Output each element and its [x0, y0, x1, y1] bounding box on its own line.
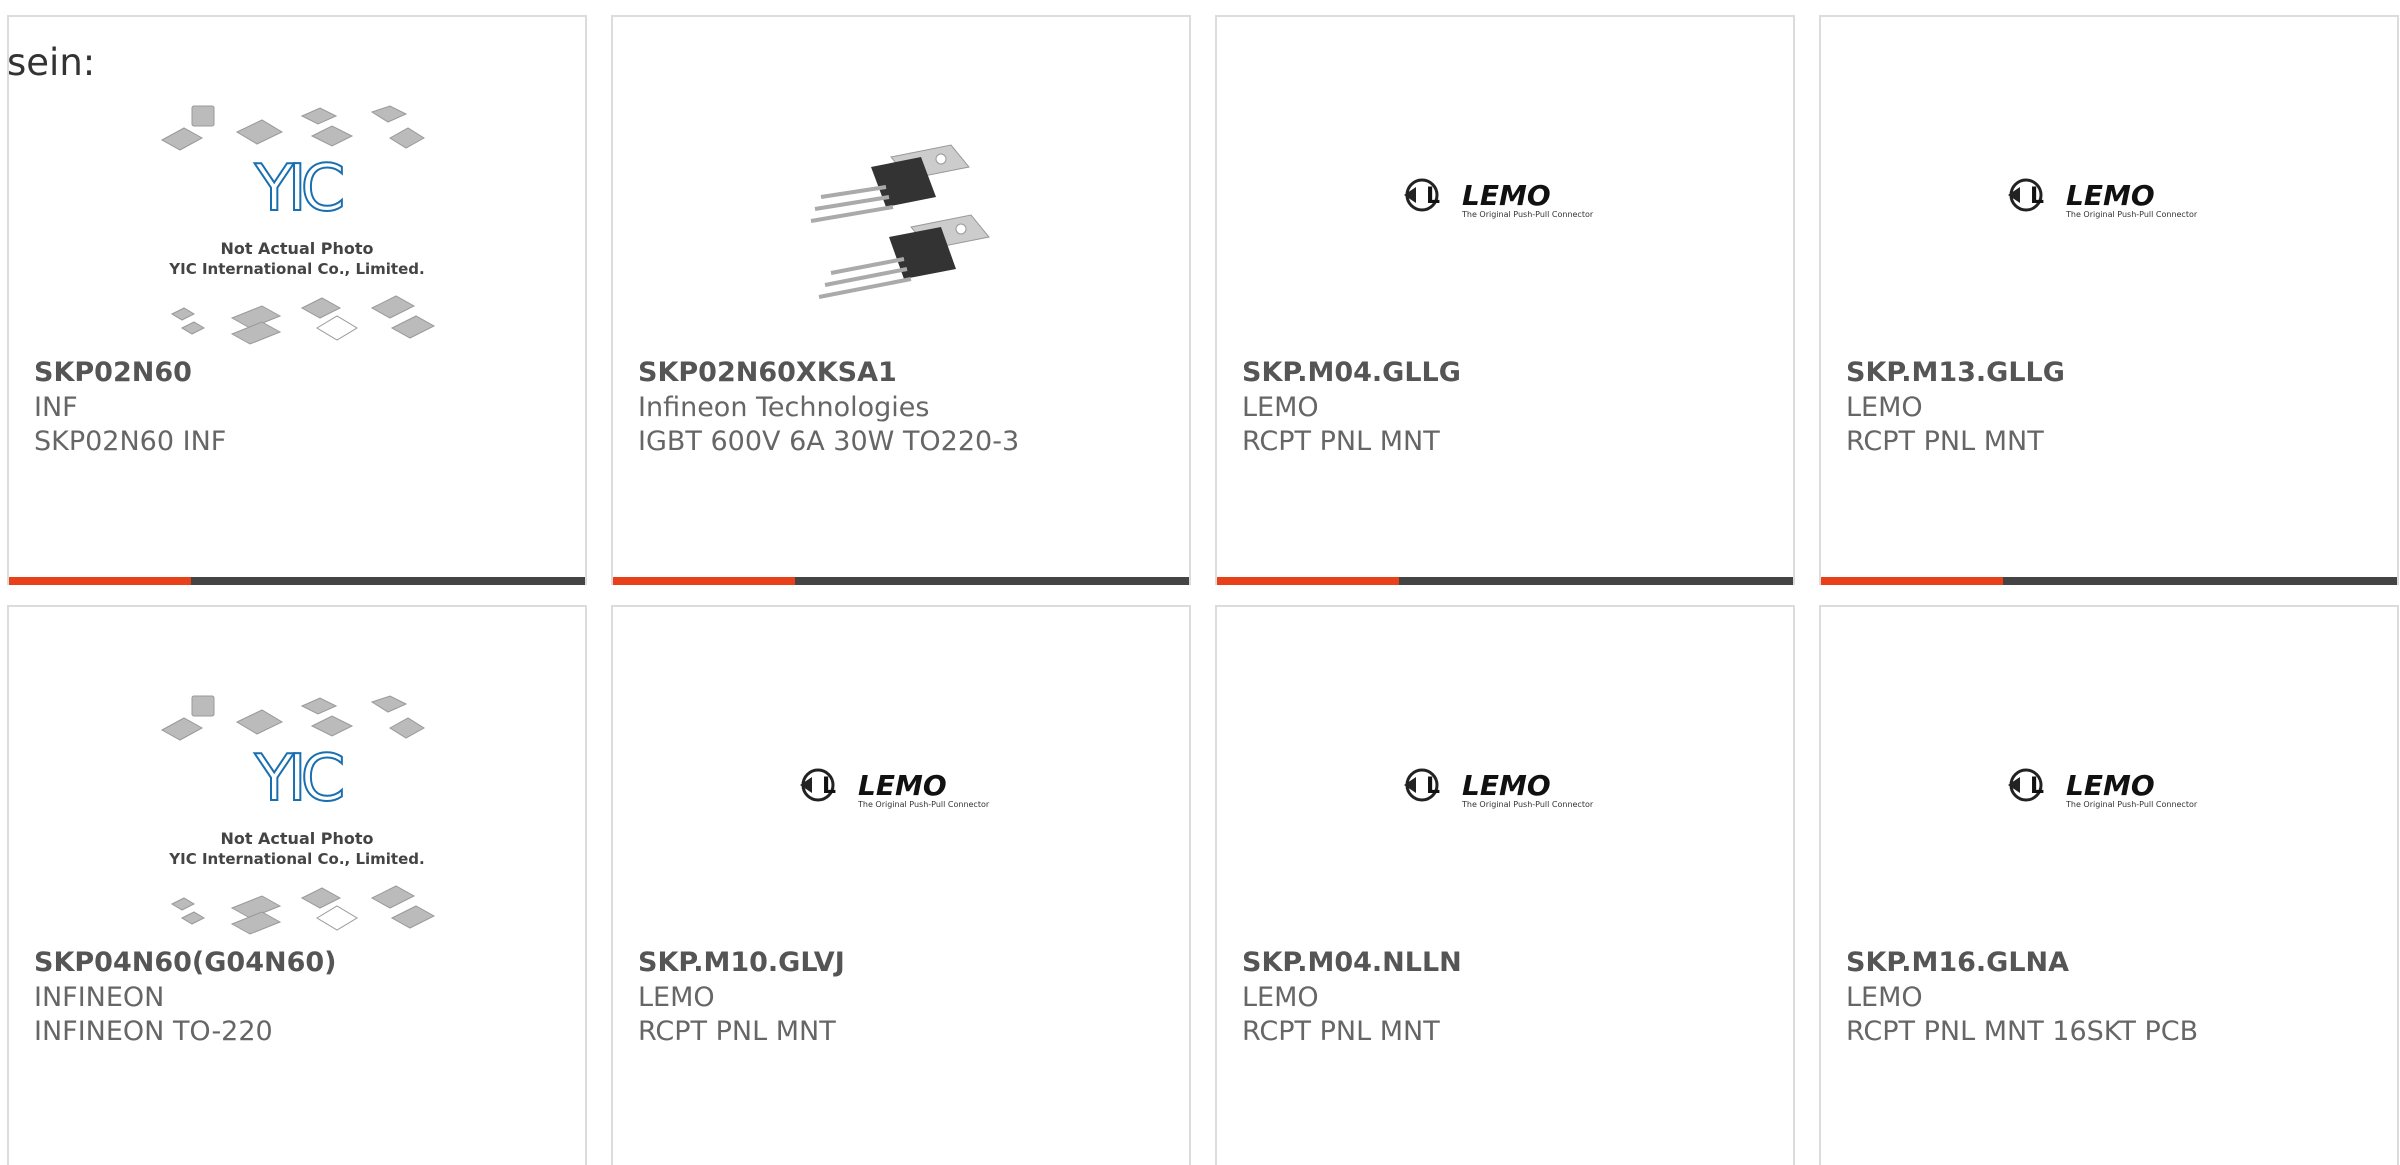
manufacturer: LEMO [638, 982, 715, 1013]
to220-transistor-icon [810, 144, 990, 299]
description: RCPT PNL MNT [1242, 1016, 1440, 1047]
lemo-logo: L LEMO The Original Push-Pull Connector [1404, 178, 1594, 219]
part-number[interactable]: SKP.M04.NLLN [1242, 947, 1462, 978]
svg-text:The Original Push-Pull Connect: The Original Push-Pull Connector [1461, 210, 1594, 219]
part-number[interactable]: SKP.M16.GLNA [1846, 947, 2069, 978]
part-number[interactable]: SKP02N60XKSA1 [638, 357, 897, 388]
part-number[interactable]: SKP.M10.GLVJ [638, 947, 845, 978]
svg-text:LEMO: LEMO [858, 769, 947, 802]
placeholder-yic-icon: YIC Not Actual Photo YIC International C… [160, 105, 436, 345]
product-image[interactable]: L LEMO The Original Push-Pull Connector [1217, 87, 1793, 367]
svg-text:LEMO: LEMO [2066, 769, 2155, 802]
manufacturer: LEMO [1846, 392, 1923, 423]
svg-text:YIC: YIC [254, 152, 343, 226]
product-card[interactable]: L LEMO The Original Push-Pull Connector … [1819, 15, 2399, 585]
description: RCPT PNL MNT [638, 1016, 836, 1047]
product-card[interactable]: YIC Not Actual Photo YIC International C… [7, 605, 587, 1165]
product-card[interactable]: YIC Not Actual Photo YIC International C… [7, 15, 587, 585]
svg-text:The Original Push-Pull Connect: The Original Push-Pull Connector [2065, 800, 2198, 809]
svg-text:LEMO: LEMO [1462, 769, 1551, 802]
product-image[interactable]: L LEMO The Original Push-Pull Connector [1217, 677, 1793, 957]
svg-text:L: L [1426, 184, 1440, 209]
svg-text:L: L [2030, 184, 2044, 209]
product-image[interactable]: L LEMO The Original Push-Pull Connector [613, 677, 1189, 957]
part-number[interactable]: SKP04N60(G04N60) [34, 947, 336, 978]
svg-text:LEMO: LEMO [2066, 179, 2155, 212]
svg-text:L: L [822, 774, 836, 799]
svg-text:The Original Push-Pull Connect: The Original Push-Pull Connector [1461, 800, 1594, 809]
svg-text:The Original Push-Pull Connect: The Original Push-Pull Connector [2065, 210, 2198, 219]
manufacturer: INFINEON [34, 982, 165, 1013]
product-card[interactable]: L LEMO The Original Push-Pull Connector … [1215, 605, 1795, 1165]
product-card[interactable]: L LEMO The Original Push-Pull Connector … [611, 605, 1191, 1165]
card-bar [9, 577, 585, 585]
placeholder-line2: YIC International Co., Limited. [168, 260, 424, 278]
description: SKP02N60 INF [34, 426, 227, 457]
product-card[interactable]: L LEMO The Original Push-Pull Connector … [1819, 605, 2399, 1165]
card-bar [613, 577, 1189, 585]
product-card[interactable]: SKP02N60XKSA1 Infineon Technologies IGBT… [611, 15, 1191, 585]
part-number[interactable]: SKP.M04.GLLG [1242, 357, 1461, 388]
svg-text:The Original Push-Pull Connect: The Original Push-Pull Connector [857, 800, 990, 809]
description: INFINEON TO-220 [34, 1016, 273, 1047]
product-card[interactable]: L LEMO The Original Push-Pull Connector … [1215, 15, 1795, 585]
intro-text: sein: [7, 41, 96, 84]
product-image[interactable]: YIC Not Actual Photo YIC International C… [9, 87, 585, 367]
description: RCPT PNL MNT [1242, 426, 1440, 457]
product-image[interactable]: YIC Not Actual Photo YIC International C… [9, 677, 585, 957]
lemo-logo: L LEMO The Original Push-Pull Connector [2008, 768, 2198, 809]
placeholder-line1: Not Actual Photo [220, 239, 373, 258]
card-bar [1821, 577, 2397, 585]
svg-text:Not Actual Photo: Not Actual Photo [220, 829, 373, 848]
part-number[interactable]: SKP02N60 [34, 357, 192, 388]
lemo-logo: L LEMO The Original Push-Pull Connector [1404, 768, 1594, 809]
description: RCPT PNL MNT 16SKT PCB [1846, 1016, 2199, 1047]
svg-text:L: L [2030, 774, 2044, 799]
description: RCPT PNL MNT [1846, 426, 2044, 457]
svg-text:YIC: YIC [254, 742, 343, 816]
manufacturer: LEMO [1242, 982, 1319, 1013]
card-bar [1217, 577, 1793, 585]
product-image[interactable] [613, 87, 1189, 367]
product-image[interactable]: L LEMO The Original Push-Pull Connector [1821, 677, 2397, 957]
svg-text:LEMO: LEMO [1462, 179, 1551, 212]
manufacturer: LEMO [1846, 982, 1923, 1013]
lemo-logo: L LEMO The Original Push-Pull Connector [800, 768, 990, 809]
svg-text:L: L [1426, 774, 1440, 799]
part-number[interactable]: SKP.M13.GLLG [1846, 357, 2065, 388]
manufacturer: LEMO [1242, 392, 1319, 423]
description: IGBT 600V 6A 30W TO220-3 [638, 426, 1020, 457]
placeholder-yic-icon: YIC Not Actual Photo YIC International C… [160, 695, 436, 935]
manufacturer: INF [34, 392, 78, 423]
lemo-logo: L LEMO The Original Push-Pull Connector [2008, 178, 2198, 219]
manufacturer: Infineon Technologies [638, 392, 930, 423]
svg-text:YIC International Co., Limited: YIC International Co., Limited. [168, 850, 424, 868]
product-image[interactable]: L LEMO The Original Push-Pull Connector [1821, 87, 2397, 367]
